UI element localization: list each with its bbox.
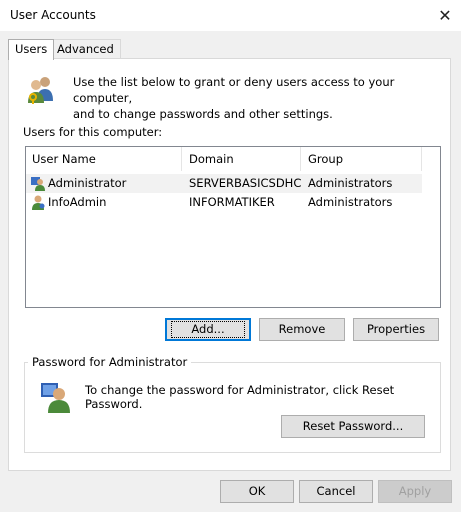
- intro-line-1: Use the list below to grant or deny user…: [73, 75, 395, 105]
- user-icon: [31, 177, 45, 191]
- password-group-title: Password for Administrator: [28, 355, 192, 369]
- users-keys-icon: [28, 77, 53, 104]
- table-row[interactable]: Administrator SERVERBASICSDHC Administra…: [26, 174, 422, 193]
- close-icon[interactable]: ✕: [429, 0, 461, 31]
- properties-button[interactable]: Properties: [353, 318, 439, 341]
- remove-button[interactable]: Remove: [259, 318, 345, 341]
- user-icon: [32, 195, 45, 210]
- users-tab-panel: Use the list below to grant or deny user…: [8, 58, 451, 471]
- cell-domain: INFORMATIKER: [189, 195, 275, 209]
- users-list[interactable]: User Name Domain Group Administrator SER…: [25, 146, 441, 308]
- tab-users[interactable]: Users: [8, 39, 55, 60]
- cell-user-name: InfoAdmin: [48, 195, 107, 209]
- window-title: User Accounts: [10, 8, 96, 22]
- column-header-domain[interactable]: Domain: [183, 147, 301, 171]
- user-password-icon: [41, 383, 70, 413]
- users-list-header: User Name Domain Group: [26, 147, 423, 171]
- cancel-button[interactable]: Cancel: [299, 480, 373, 503]
- column-header-user-name[interactable]: User Name: [26, 147, 182, 171]
- add-button-label: Add...: [171, 321, 245, 338]
- cell-group: Administrators: [308, 195, 393, 209]
- column-header-group[interactable]: Group: [302, 147, 422, 171]
- tab-advanced[interactable]: Advanced: [50, 39, 121, 59]
- add-button[interactable]: Add...: [165, 318, 251, 341]
- cell-user-name: Administrator: [48, 176, 127, 190]
- password-instructions: To change the password for Administrator…: [85, 383, 395, 411]
- intro-text: Use the list below to grant or deny user…: [73, 74, 443, 122]
- cell-domain: SERVERBASICSDHC: [189, 176, 302, 190]
- apply-button[interactable]: Apply: [378, 480, 452, 503]
- ok-button[interactable]: OK: [220, 480, 294, 503]
- reset-password-button[interactable]: Reset Password...: [281, 415, 425, 438]
- users-list-label: Users for this computer:: [23, 125, 163, 139]
- table-row[interactable]: InfoAdmin INFORMATIKER Administrators: [26, 193, 422, 212]
- intro-line-2: and to change passwords and other settin…: [73, 107, 333, 121]
- cell-group: Administrators: [308, 176, 393, 190]
- title-bar: User Accounts ✕: [0, 0, 461, 31]
